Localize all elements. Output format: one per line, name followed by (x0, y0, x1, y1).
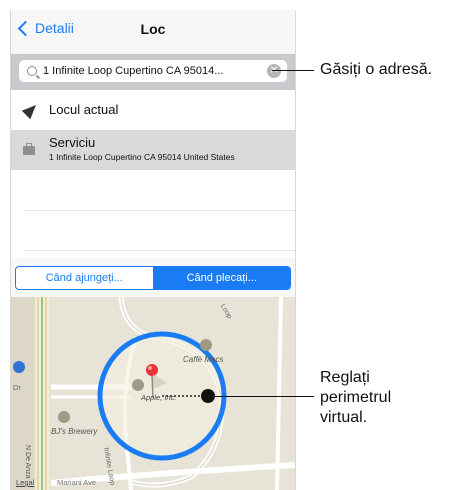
map-legal-link[interactable]: Legal (16, 478, 34, 487)
empty-list-area (11, 170, 295, 258)
work-title: Serviciu (49, 135, 96, 150)
location-arrow-icon (21, 100, 41, 120)
segment-leave[interactable]: Când plecați... (153, 267, 290, 289)
search-input[interactable]: 1 Infinite Loop Cupertino CA 95014... ✕ (19, 60, 287, 82)
divider (25, 250, 295, 251)
map-label-dr: Dr (13, 383, 21, 392)
work-address: 1 Infinite Loop Cupertino CA 95014 Unite… (49, 152, 235, 162)
search-bar: 1 Infinite Loop Cupertino CA 95014... ✕ (11, 54, 295, 90)
search-icon (27, 66, 37, 76)
callout-line-perimeter (214, 396, 314, 397)
callout-adjust-perimeter: Reglați perimetrul virtual. (320, 368, 391, 428)
list-item-work[interactable]: Serviciu 1 Infinite Loop Cupertino CA 95… (11, 130, 295, 170)
briefcase-icon (23, 143, 35, 155)
navigation-bar: Detalii Loc (11, 10, 295, 50)
map-label-caffe-macs: Caffè Macs (183, 355, 224, 364)
map-view[interactable]: Caffè Macs Apple, Inc. BJ's Brewery Infi… (11, 297, 295, 490)
callout-line-search (272, 70, 314, 71)
divider (25, 210, 295, 211)
page-title: Loc (140, 21, 166, 37)
search-value: 1 Infinite Loop Cupertino CA 95014... (43, 65, 224, 77)
map-label-n-de-anza: N De Anza (24, 445, 31, 479)
clear-icon[interactable]: ✕ (267, 64, 281, 78)
trigger-segmented-control: Când ajungeți... Când plecați... (15, 266, 291, 290)
phone-screen: Detalii Loc 1 Infinite Loop Cupertino CA… (10, 10, 296, 490)
map-label-apple-inc: Apple, Inc. (141, 393, 177, 402)
callout-adjust-line2: perimetrul (320, 389, 392, 406)
segment-arrive[interactable]: Când ajungeți... (16, 267, 154, 289)
callout-adjust-line1: Reglați (320, 369, 370, 386)
map-label-bjs-brewery: BJ's Brewery (51, 427, 98, 436)
current-location-label: Locul actual (49, 102, 119, 117)
callout-adjust-line3: virtual. (320, 409, 368, 426)
list-item-current-location[interactable]: Locul actual (11, 90, 295, 130)
callout-find-address: Găsiți o adresă. (320, 61, 433, 78)
map-label-mariani-ave: Mariani Ave (57, 478, 97, 487)
